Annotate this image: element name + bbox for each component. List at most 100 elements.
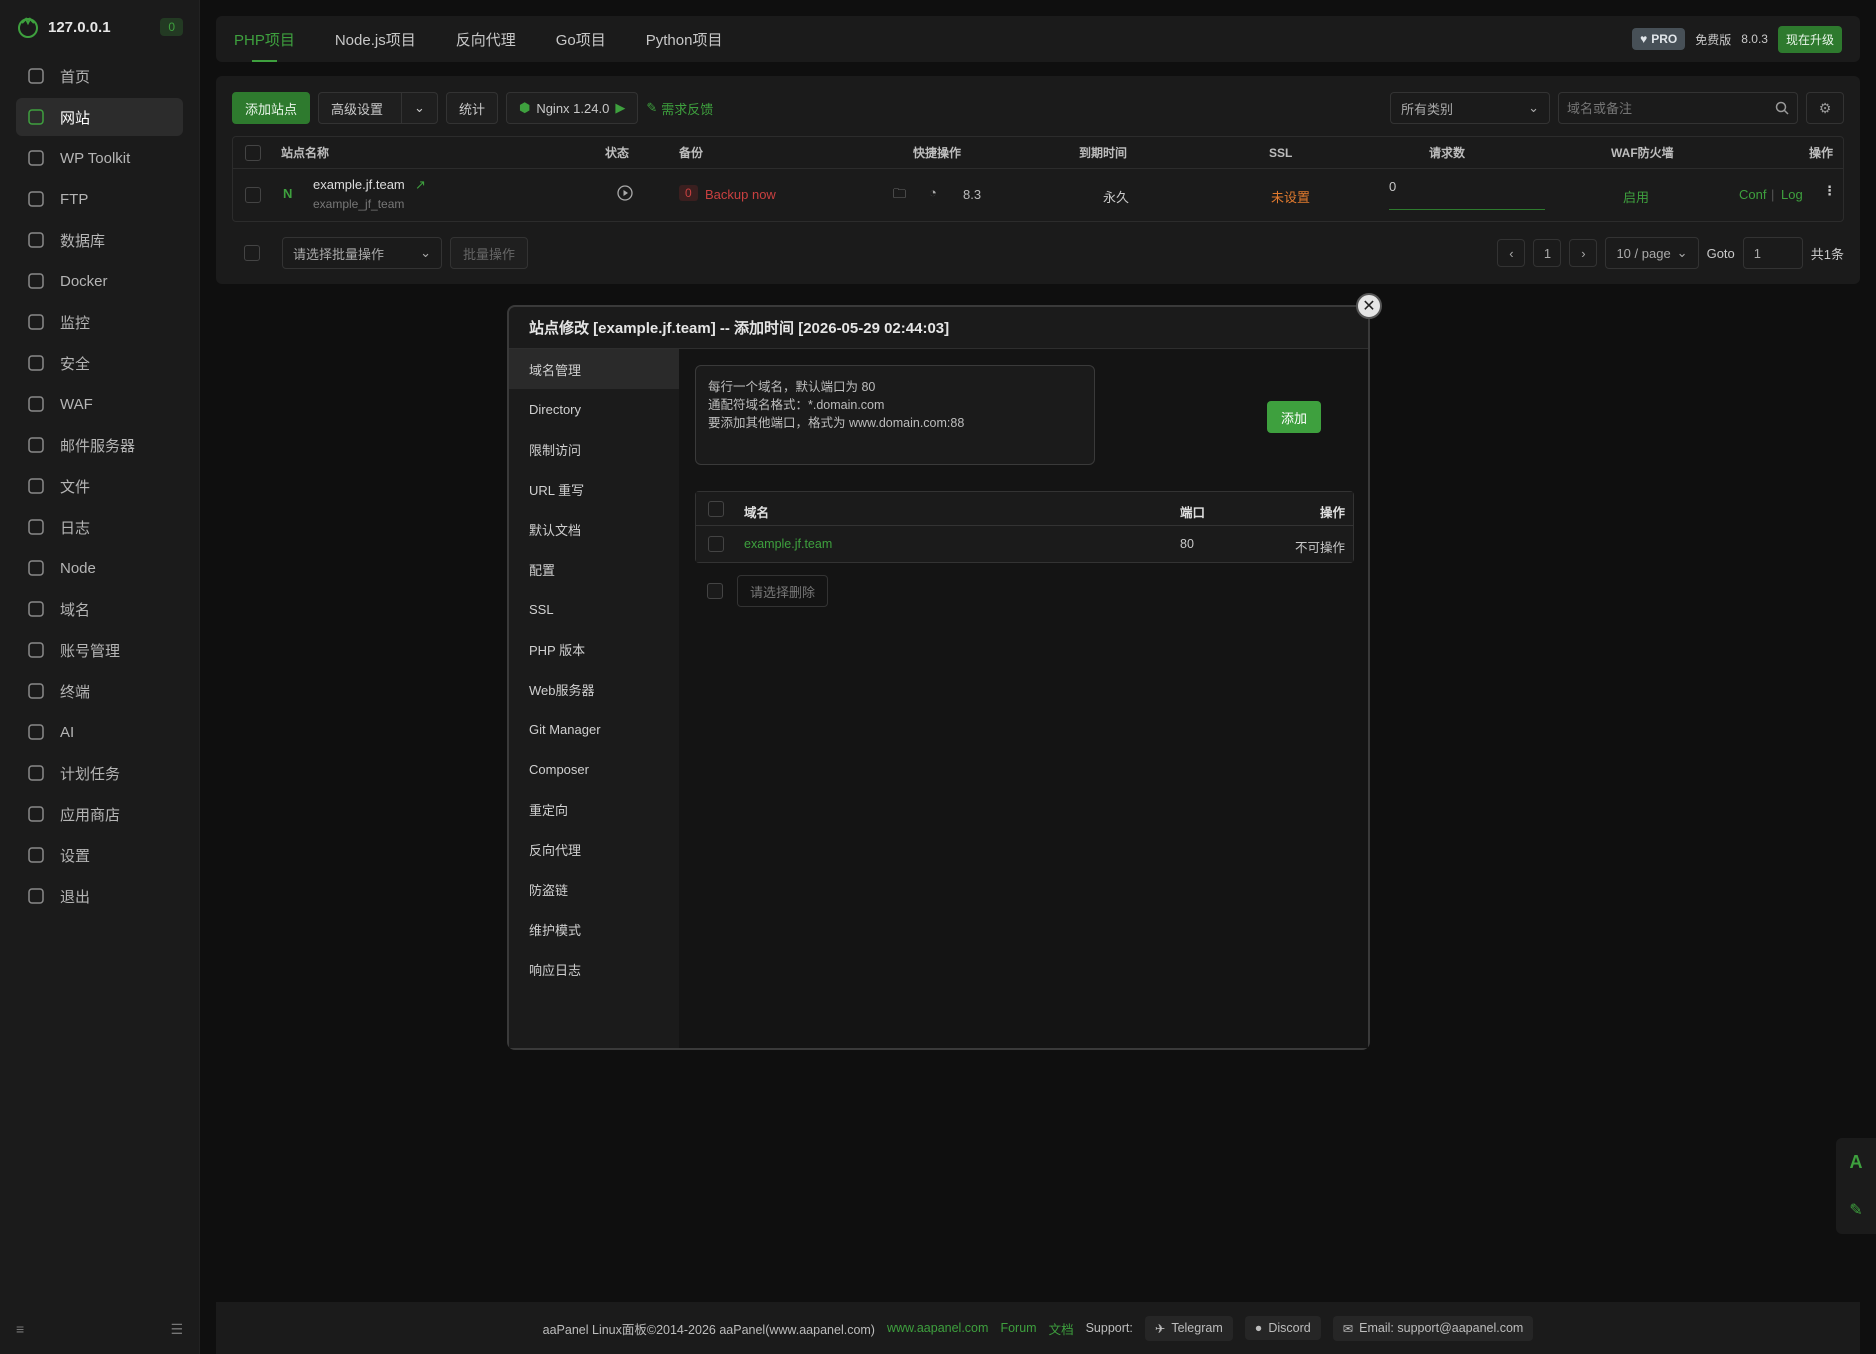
- sidebar-item-8[interactable]: WAF: [16, 385, 183, 423]
- column-settings-button[interactable]: ⚙: [1806, 92, 1844, 124]
- tab-go[interactable]: Go项目: [556, 16, 606, 62]
- search-input[interactable]: [1567, 100, 1775, 116]
- modal-nav-item-0[interactable]: 域名管理: [509, 349, 679, 389]
- speedometer-icon[interactable]: ◔: [929, 185, 937, 200]
- notification-badge[interactable]: 0: [160, 18, 183, 36]
- log-link[interactable]: Log: [1781, 187, 1803, 202]
- advanced-settings-button[interactable]: 高级设置: [319, 93, 395, 123]
- sidebar-item-4[interactable]: 数据库: [16, 221, 183, 259]
- sidebar-item-13[interactable]: 域名: [16, 590, 183, 628]
- domain-row-checkbox[interactable]: [708, 536, 724, 552]
- chevron-down-icon[interactable]: ⌄: [401, 93, 437, 123]
- modal-nav-item-4[interactable]: 默认文档: [509, 509, 679, 549]
- sidebar-item-15[interactable]: 终端: [16, 672, 183, 710]
- row-checkbox[interactable]: [245, 187, 261, 203]
- prev-page-icon[interactable]: ‹: [1497, 239, 1526, 267]
- sidebar-item-5[interactable]: Docker: [16, 262, 183, 300]
- php-version[interactable]: 8.3: [963, 187, 981, 202]
- add-site-button[interactable]: 添加站点: [232, 92, 311, 124]
- sidebar-item-3[interactable]: FTP: [16, 180, 183, 218]
- tab-reverse-proxy[interactable]: 反向代理: [456, 16, 516, 62]
- col-site-name[interactable]: 站点名称: [281, 144, 329, 161]
- bulk-delete-checkbox[interactable]: [707, 583, 723, 599]
- modal-nav-item-7[interactable]: PHP 版本: [509, 629, 679, 669]
- site-domain-link[interactable]: example.jf.team: [313, 177, 405, 192]
- sidebar-item-19[interactable]: 设置: [16, 836, 183, 874]
- sidebar-item-11[interactable]: 日志: [16, 508, 183, 546]
- page-size-select[interactable]: 10 / page ⌄: [1605, 237, 1699, 269]
- sidebar-item-20[interactable]: 退出: [16, 877, 183, 915]
- tab-php[interactable]: PHP项目: [234, 16, 295, 62]
- col-requests[interactable]: 请求数: [1429, 144, 1465, 161]
- modal-nav-item-1[interactable]: Directory: [509, 389, 679, 429]
- modal-nav-item-12[interactable]: 反向代理: [509, 829, 679, 869]
- telegram-link[interactable]: ✈ Telegram: [1144, 1315, 1233, 1341]
- discord-link[interactable]: ● Discord: [1244, 1316, 1321, 1340]
- modal-nav-item-8[interactable]: Web服务器: [509, 669, 679, 709]
- modal-nav-item-3[interactable]: URL 重写: [509, 469, 679, 509]
- domain-name[interactable]: example.jf.team: [744, 537, 832, 551]
- modal-nav-item-5[interactable]: 配置: [509, 549, 679, 589]
- sidebar-item-14[interactable]: 账号管理: [16, 631, 183, 669]
- modal-nav-item-10[interactable]: Composer: [509, 749, 679, 789]
- modal-nav-item-9[interactable]: Git Manager: [509, 709, 679, 749]
- sidebar-item-7[interactable]: 安全: [16, 344, 183, 382]
- menu-list-icon[interactable]: ☰: [170, 1321, 183, 1338]
- external-link-icon[interactable]: ↗: [415, 177, 426, 193]
- sidebar-item-9[interactable]: 邮件服务器: [16, 426, 183, 464]
- col-ssl[interactable]: SSL: [1269, 146, 1292, 160]
- sidebar-item-16[interactable]: AI: [16, 713, 183, 751]
- tab-python[interactable]: Python项目: [646, 16, 723, 62]
- pro-badge[interactable]: ♥ PRO: [1632, 28, 1686, 50]
- ai-assistant-icon[interactable]: A: [1850, 1152, 1863, 1173]
- col-status[interactable]: 状态: [605, 144, 629, 161]
- more-icon[interactable]: ⋮: [1823, 183, 1836, 199]
- expire-value[interactable]: 永久: [1103, 187, 1129, 206]
- batch-action-select[interactable]: 请选择批量操作 ⌄: [282, 237, 442, 269]
- sidebar-item-2[interactable]: WP Toolkit: [16, 139, 183, 177]
- goto-input[interactable]: 1: [1742, 237, 1803, 269]
- email-link[interactable]: ✉ Email: support@aapanel.com: [1332, 1315, 1534, 1341]
- search-icon[interactable]: [1775, 101, 1789, 115]
- stats-button[interactable]: 统计: [445, 92, 498, 124]
- sidebar-item-12[interactable]: Node: [16, 549, 183, 587]
- sidebar-item-6[interactable]: 监控: [16, 303, 183, 341]
- upgrade-button[interactable]: 现在升级: [1777, 25, 1842, 53]
- site-link[interactable]: www.aapanel.com: [887, 1321, 988, 1335]
- domain-textarea[interactable]: 每行一个域名，默认端口为 80 通配符域名格式：*.domain.com 要添加…: [695, 365, 1095, 465]
- waf-toggle[interactable]: 启用: [1623, 187, 1649, 206]
- play-circle-icon[interactable]: [617, 185, 633, 201]
- sidebar-item-0[interactable]: 首页: [16, 57, 183, 95]
- sidebar-item-18[interactable]: 应用商店: [16, 795, 183, 833]
- forum-link[interactable]: Forum: [1000, 1321, 1036, 1335]
- collapse-icon[interactable]: ≡: [16, 1321, 24, 1338]
- modal-nav-item-13[interactable]: 防盗链: [509, 869, 679, 909]
- category-select[interactable]: 所有类别 ⌄: [1390, 92, 1550, 124]
- modal-nav-item-14[interactable]: 维护模式: [509, 909, 679, 949]
- select-all-checkbox[interactable]: [245, 145, 261, 161]
- feedback-icon[interactable]: ✎: [1849, 1200, 1862, 1220]
- conf-link[interactable]: Conf: [1739, 187, 1766, 202]
- docs-link[interactable]: 文档: [1049, 1319, 1074, 1338]
- modal-nav-item-11[interactable]: 重定向: [509, 789, 679, 829]
- modal-nav-item-15[interactable]: 响应日志: [509, 949, 679, 989]
- nginx-button[interactable]: ⬢ Nginx 1.24.0 ▶: [505, 92, 639, 124]
- modal-nav-item-6[interactable]: SSL: [509, 589, 679, 629]
- modal-nav-item-2[interactable]: 限制访问: [509, 429, 679, 469]
- add-domain-button[interactable]: 添加: [1267, 401, 1322, 433]
- sidebar-item-17[interactable]: 计划任务: [16, 754, 183, 792]
- close-icon[interactable]: ✕: [1356, 293, 1382, 319]
- backup-now-link[interactable]: Backup now: [705, 187, 776, 202]
- sidebar-item-1[interactable]: 网站: [16, 98, 183, 136]
- feedback-link[interactable]: ✎ 需求反馈: [646, 99, 713, 118]
- domain-select-all-checkbox[interactable]: [708, 501, 724, 517]
- next-page-icon[interactable]: ›: [1569, 239, 1598, 267]
- batch-select-checkbox[interactable]: [244, 245, 260, 261]
- bulk-delete-button[interactable]: 请选择删除: [737, 575, 829, 607]
- sidebar-item-10[interactable]: 文件: [16, 467, 183, 505]
- batch-action-button[interactable]: 批量操作: [450, 237, 529, 269]
- col-expire[interactable]: 到期时间: [1079, 144, 1127, 161]
- folder-icon[interactable]: 🗀: [893, 185, 906, 207]
- site-remark[interactable]: example_jf_team: [313, 197, 404, 211]
- page-number[interactable]: 1: [1533, 239, 1562, 267]
